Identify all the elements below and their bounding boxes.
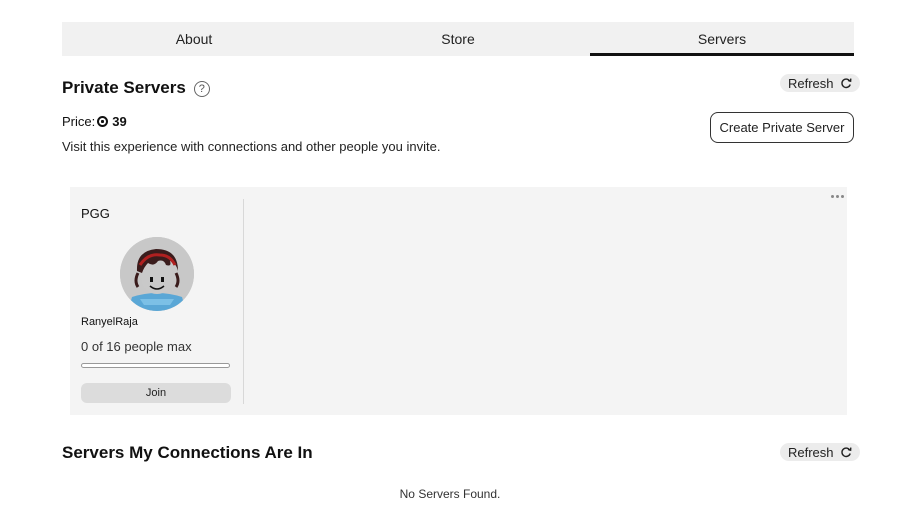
refresh-label: Refresh <box>788 444 834 460</box>
refresh-icon <box>840 447 852 458</box>
private-servers-heading: Private Servers? <box>62 78 210 98</box>
more-dots-icon[interactable] <box>831 195 844 198</box>
server-name: PGG <box>81 206 110 221</box>
price-row: Price: 39 <box>62 114 127 129</box>
server-card: PGG RanyelRaja 0 of 16 people max Join <box>80 199 244 404</box>
avatar-image <box>120 237 194 311</box>
private-server-list: PGG RanyelRaja 0 of 16 people max Join <box>70 187 847 415</box>
create-private-server-button[interactable]: Create Private Server <box>710 112 854 143</box>
help-icon[interactable]: ? <box>193 81 210 97</box>
private-servers-title: Private Servers <box>62 78 186 97</box>
server-capacity: 0 of 16 people max <box>81 339 192 354</box>
no-servers-message: No Servers Found. <box>399 487 501 501</box>
connections-servers-title: Servers My Connections Are In <box>62 443 313 462</box>
tab-servers[interactable]: Servers <box>590 22 854 56</box>
connections-refresh-button[interactable]: Refresh <box>780 443 860 461</box>
private-servers-refresh-button[interactable]: Refresh <box>780 74 860 92</box>
server-owner-name[interactable]: RanyelRaja <box>81 316 138 328</box>
price-value: 39 <box>112 114 127 129</box>
refresh-icon <box>840 78 852 89</box>
refresh-label: Refresh <box>788 75 834 91</box>
tab-about[interactable]: About <box>62 22 326 56</box>
join-button[interactable]: Join <box>81 383 231 403</box>
private-servers-description: Visit this experience with connections a… <box>62 139 441 154</box>
capacity-progress-bar <box>81 363 230 368</box>
robux-icon <box>97 116 109 127</box>
avatar[interactable] <box>120 237 194 311</box>
tab-store[interactable]: Store <box>326 22 590 56</box>
price-label: Price: <box>62 114 96 129</box>
tab-bar: About Store Servers <box>62 22 854 56</box>
